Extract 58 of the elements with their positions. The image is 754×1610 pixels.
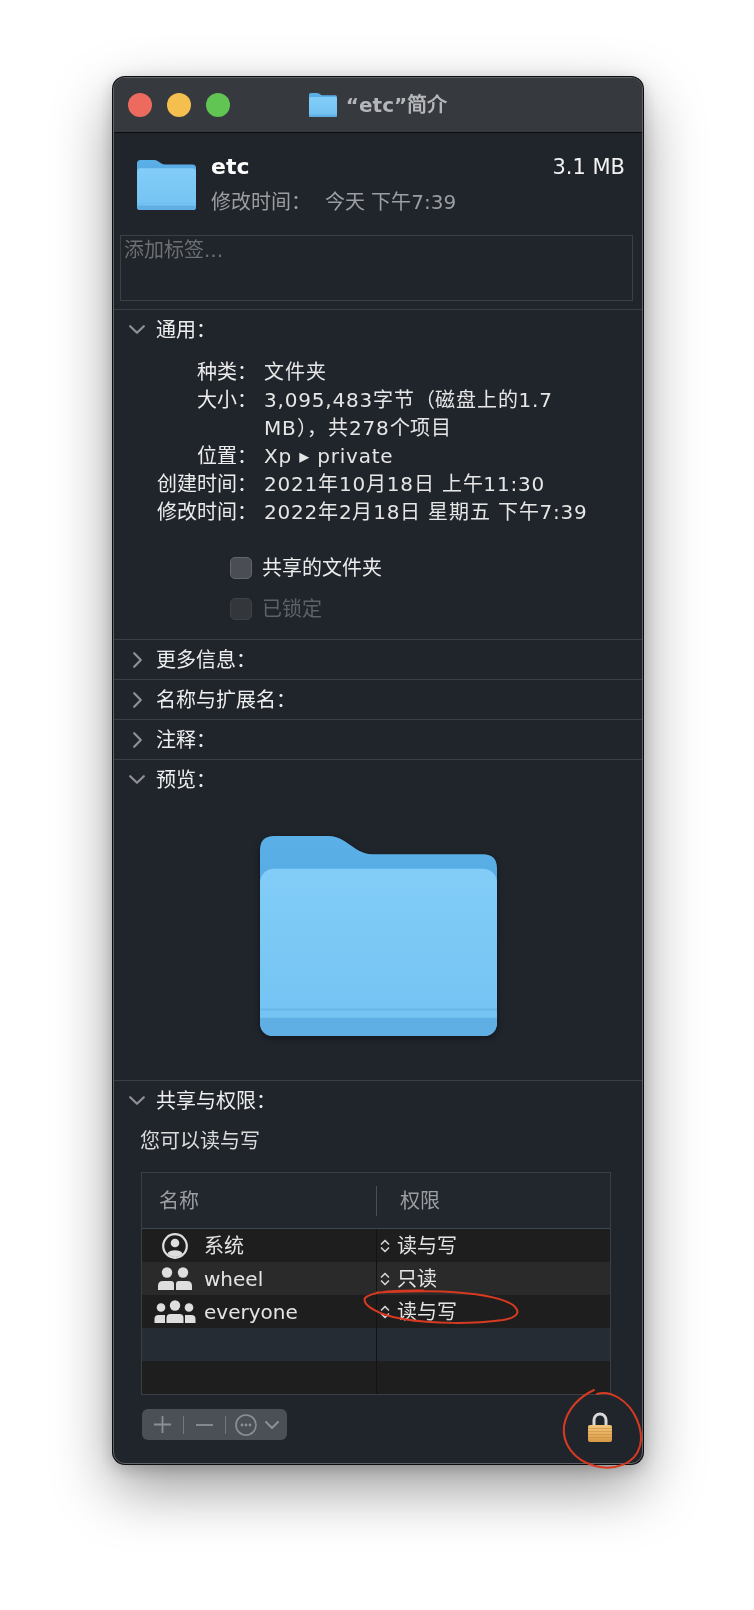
field-value: 3,095,483字节（磁盘上的1.7 MB），共278个项目: [264, 387, 554, 442]
checkbox-label: 已锁定: [262, 595, 322, 623]
chevron-down-icon: [264, 1420, 279, 1429]
privilege-popup[interactable]: 只读: [380, 1264, 437, 1293]
modified-label: 修改时间：: [211, 189, 311, 216]
privilege-popup[interactable]: 读与写: [380, 1297, 457, 1326]
folder-icon: [308, 93, 337, 117]
folder-icon: [137, 160, 196, 210]
up-down-chevron-icon: [380, 1237, 390, 1254]
column-header[interactable]: 名称: [159, 1188, 199, 1213]
chevron-down-icon[interactable]: [129, 775, 145, 784]
section-title: 名称与扩展名：: [156, 686, 296, 714]
chevron-right-icon[interactable]: [132, 691, 142, 708]
field-value: 2021年10月18日 上午11:30: [264, 471, 545, 498]
field-label: 种类：: [197, 359, 257, 386]
section-title: 注释：: [156, 726, 216, 754]
file-size: 3.1 MB: [552, 154, 625, 181]
lock-icon[interactable]: [587, 1411, 613, 1442]
checkbox[interactable]: [230, 556, 252, 579]
person-circle-icon: [162, 1232, 188, 1259]
up-down-chevron-icon: [380, 1270, 390, 1287]
user-name: wheel: [204, 1265, 264, 1293]
minimize-button[interactable]: [167, 93, 191, 117]
user-name: everyone: [204, 1298, 298, 1326]
ellipsis-circle-icon: [234, 1413, 257, 1436]
field-value: 文件夹: [264, 359, 327, 386]
field-value: 2022年2月18日 星期五 下午7:39: [264, 499, 588, 526]
tag-field[interactable]: 添加标签...: [120, 235, 633, 301]
zoom-button[interactable]: [206, 93, 230, 117]
close-button[interactable]: [128, 93, 152, 117]
minus-icon: [196, 1423, 213, 1426]
section-title: 更多信息：: [156, 646, 256, 674]
field-label: 修改时间：: [157, 499, 257, 526]
field-label: 创建时间：: [157, 471, 257, 498]
chevron-right-icon[interactable]: [132, 651, 142, 668]
section-title: 通用：: [156, 316, 216, 344]
plus-icon: [154, 1416, 171, 1433]
field-value: Xp ▸ private: [264, 443, 394, 470]
field-label: 大小：: [197, 387, 257, 414]
section-title: 共享与权限：: [156, 1087, 276, 1115]
three-people-icon: [154, 1300, 196, 1323]
file-name: etc: [211, 154, 250, 179]
window-title: “etc”简介: [345, 92, 448, 119]
column-header[interactable]: 权限: [400, 1188, 440, 1213]
chevron-right-icon[interactable]: [132, 731, 142, 748]
up-down-chevron-icon: [380, 1303, 390, 1320]
table-row[interactable]: wheel 只读: [142, 1262, 610, 1295]
privilege-popup[interactable]: 读与写: [380, 1231, 457, 1260]
field-label: 位置：: [197, 443, 257, 470]
chevron-down-icon[interactable]: [129, 325, 145, 334]
checkbox-label: 共享的文件夹: [262, 554, 382, 582]
modified-value: 今天 下午7:39: [325, 189, 457, 216]
folder-icon: [259, 836, 497, 1036]
chevron-down-icon[interactable]: [129, 1096, 145, 1105]
permission-summary: 您可以读与写: [140, 1128, 260, 1155]
section-title: 预览：: [156, 766, 216, 794]
two-people-icon: [157, 1267, 193, 1290]
user-name: 系统: [204, 1232, 244, 1260]
